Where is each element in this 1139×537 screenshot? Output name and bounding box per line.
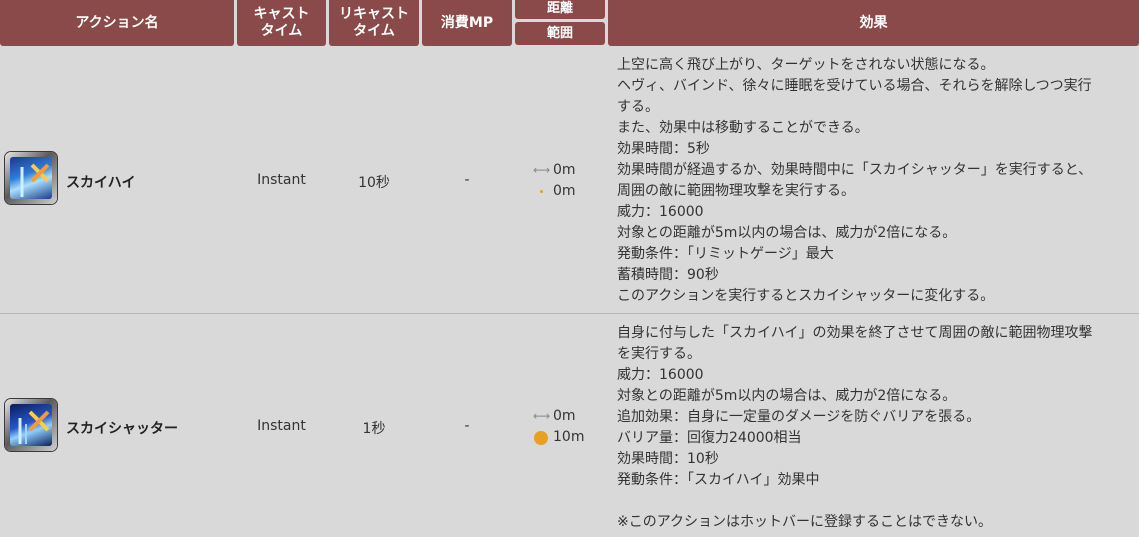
skill-icon-art [10,157,52,199]
header-cast-time-label: キャスト タイム [253,6,310,39]
recast-time: 1秒 [362,421,386,437]
distance-arrow-icon: ⟷ [533,163,551,177]
range-dot-icon [533,430,549,445]
effect-line: バリア量：回復力24000相当 [617,430,802,446]
effect-line: 威力：16000 [617,367,704,383]
header-range: 範囲 [515,22,605,45]
header-effect: 効果 [608,0,1139,46]
effect-line: 自身に付与した「スカイハイ」の効果を終了させて周囲の敵に範囲物理攻撃 [617,325,1093,341]
effect-line: 周囲の敵に範囲物理攻撃を実行する。 [617,183,855,199]
effect-line: を実行する。 [617,346,701,362]
header-mp-label: 消費MP [440,14,494,31]
effect-line: する。 [617,99,659,115]
header-recast-time-label: リキャスト タイム [339,6,409,39]
effect-text: 自身に付与した「スカイハイ」の効果を終了させて周囲の敵に範囲物理攻撃 を実行する。… [617,323,1137,533]
cast-time: Instant [257,172,306,188]
action-name: スカイシャッター [66,421,178,437]
range-dot-icon [533,190,549,193]
table-header: アクション名 キャスト タイム リキャスト タイム 消費MP 距離 範囲 効果 [0,0,1139,46]
effect-line: 威力：16000 [617,204,704,220]
effect-line: 対象との距離が5m以内の場合は、威力が2倍になる。 [617,388,957,404]
effect-line: 効果時間：10秒 [617,451,719,467]
header-distance-label: 距離 [546,0,573,16]
effect-line: ヘヴィ、バインド、徐々に睡眠を受けている場合、それらを解除しつつ実行 [617,78,1092,94]
effect-line: 上空に高く飛び上がり、ターゲットをされない状態になる。 [617,57,995,73]
distance-value: 0m [553,162,576,178]
skyshatter-skill-icon[interactable] [5,399,57,451]
effect-line: 発動条件：「スカイハイ」効果中 [617,472,820,488]
effect-line: また、効果中は移動することができる。 [617,120,869,136]
distance-range: ⟷ 0m 10m [533,406,584,448]
distance-value: 0m [553,408,576,424]
effect-line: 効果時間：5秒 [617,141,710,157]
skyhigh-skill-icon[interactable] [5,152,57,204]
crossed-swords-icon [18,410,50,444]
table-row: スカイハイ Instant 10秒 - ⟷ 0m 0m 上空に高く飛び上がり、ター… [0,46,1139,313]
effect-line: 効果時間が経過するか、効果時間中に「スカイシャッター」を実行すると、 [617,162,1093,178]
header-action-name: アクション名 [0,0,234,46]
effect-line: 対象との距離が5m以内の場合は、威力が2倍になる。 [617,225,957,241]
action-name: スカイハイ [66,175,136,191]
cast-time: Instant [257,418,306,434]
crossed-swords-icon [20,163,50,197]
effect-line: ※このアクションはホットバーに登録することはできない。 [617,514,993,530]
effect-line: このアクションを実行するとスカイシャッターに変化する。 [617,288,995,304]
range-line: 10m [533,427,584,448]
distance-arrow-icon: ⟷ [533,409,551,423]
range-line: 0m [533,181,576,202]
header-mp: 消費MP [422,0,512,46]
mp-cost: - [464,172,470,188]
range-value: 10m [553,429,585,445]
header-recast-time: リキャスト タイム [329,0,419,46]
effect-line: 蓄積時間：90秒 [617,267,719,283]
mp-cost: - [464,418,470,434]
header-action-name-label: アクション名 [75,14,159,31]
recast-time: 10秒 [358,175,390,191]
header-range-label: 範囲 [546,26,573,41]
distance-line: ⟷ 0m [533,160,576,181]
effect-text: 上空に高く飛び上がり、ターゲットをされない状態になる。ヘヴィ、バインド、徐々に睡… [617,55,1137,307]
distance-line: ⟷ 0m [533,406,584,427]
header-effect-label: 効果 [859,14,888,31]
distance-range: ⟷ 0m 0m [533,160,576,202]
table-row: スカイシャッター Instant 1秒 - ⟷ 0m 10m 自身に付与した「スカ… [0,314,1139,537]
effect-line: 追加効果：自身に一定量のダメージを防ぐバリアを張る。 [617,409,981,425]
header-distance: 距離 [515,0,605,19]
effect-line [617,491,1137,512]
range-value: 0m [553,183,576,199]
effect-line: 発動条件：「リミットゲージ」最大 [617,246,834,262]
header-cast-time: キャスト タイム [237,0,326,46]
skill-icon-art [10,404,52,446]
